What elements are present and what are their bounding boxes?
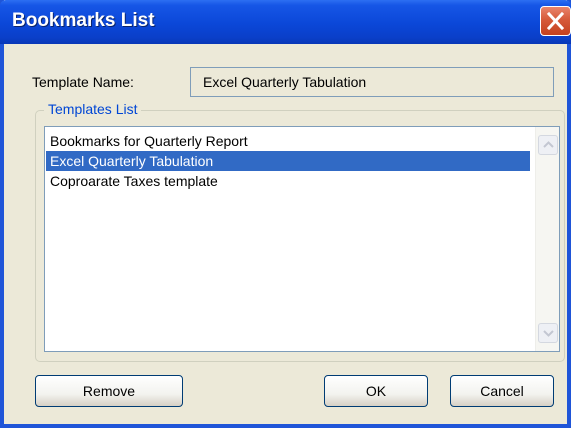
templates-list-label: Templates List bbox=[44, 101, 142, 117]
close-button[interactable] bbox=[540, 6, 571, 36]
close-icon bbox=[547, 12, 564, 30]
template-name-value: Excel Quarterly Tabulation bbox=[203, 74, 367, 90]
ok-button[interactable]: OK bbox=[324, 375, 428, 407]
bookmarks-list-dialog: Bookmarks List Template Name: Excel Quar… bbox=[0, 0, 571, 428]
list-item[interactable]: Coproarate Taxes template bbox=[46, 171, 530, 191]
chevron-up-icon bbox=[543, 141, 554, 148]
chevron-down-icon bbox=[543, 330, 554, 337]
scroll-down-button[interactable] bbox=[538, 323, 558, 343]
list-item-selected[interactable]: Excel Quarterly Tabulation bbox=[46, 151, 530, 171]
vertical-scrollbar[interactable] bbox=[535, 127, 559, 351]
template-name-label: Template Name: bbox=[32, 74, 134, 90]
remove-button[interactable]: Remove bbox=[35, 375, 183, 407]
list-item-label: Coproarate Taxes template bbox=[50, 173, 218, 189]
list-item-label: Excel Quarterly Tabulation bbox=[50, 153, 214, 169]
list-item-label: Bookmarks for Quarterly Report bbox=[50, 133, 248, 149]
templates-listbox[interactable]: Bookmarks for Quarterly Report Excel Qua… bbox=[44, 126, 560, 352]
window-title: Bookmarks List bbox=[12, 10, 155, 31]
scroll-up-button[interactable] bbox=[538, 135, 558, 155]
cancel-button[interactable]: Cancel bbox=[450, 375, 554, 407]
list-item[interactable]: Bookmarks for Quarterly Report bbox=[46, 131, 530, 151]
title-bar[interactable]: Bookmarks List bbox=[0, 0, 571, 44]
template-name-field[interactable]: Excel Quarterly Tabulation bbox=[190, 67, 554, 97]
